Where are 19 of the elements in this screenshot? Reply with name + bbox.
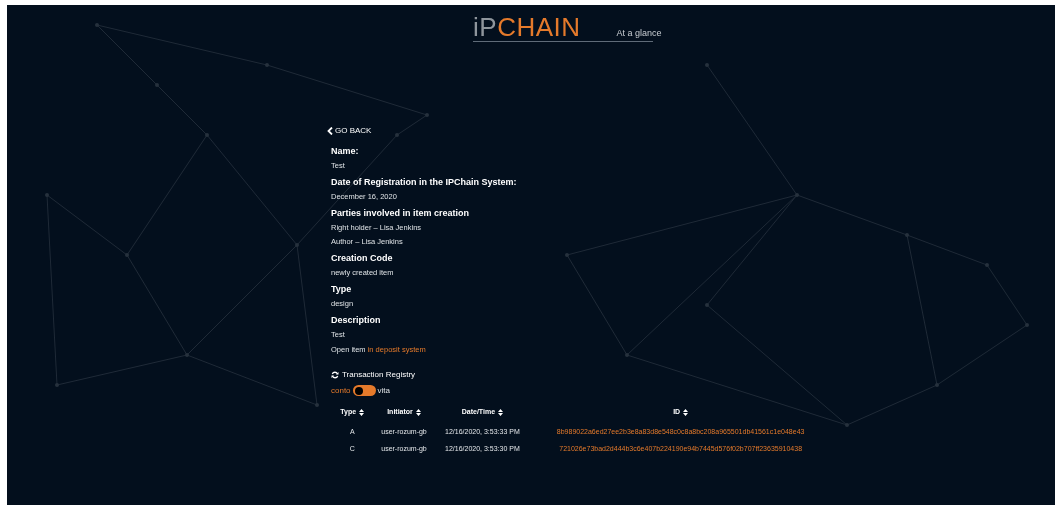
toggle-switch[interactable] — [352, 385, 376, 396]
chevron-left-icon — [327, 126, 333, 135]
sort-icon — [415, 408, 421, 416]
go-back-link[interactable]: GO BACK — [327, 126, 831, 135]
field-label: Type — [331, 284, 353, 294]
refresh-icon — [331, 370, 339, 379]
field-label: Parties involved in item creation — [331, 208, 471, 218]
field-label: Description — [331, 315, 382, 325]
tagline: At a glance — [616, 28, 662, 40]
sort-icon — [359, 408, 365, 416]
toggle-label: vita — [377, 386, 391, 395]
logo: iPCHAIN — [473, 13, 581, 41]
field-label: Name: — [331, 146, 360, 156]
toggle-label: conto — [331, 386, 351, 395]
sort-icon — [683, 408, 689, 416]
field-label: Date of Registration in the IPChain System: — [331, 177, 518, 187]
sort-icon — [498, 408, 504, 416]
field-label: Creation Code — [331, 253, 394, 263]
registry-title: Transaction Registry — [342, 370, 416, 379]
